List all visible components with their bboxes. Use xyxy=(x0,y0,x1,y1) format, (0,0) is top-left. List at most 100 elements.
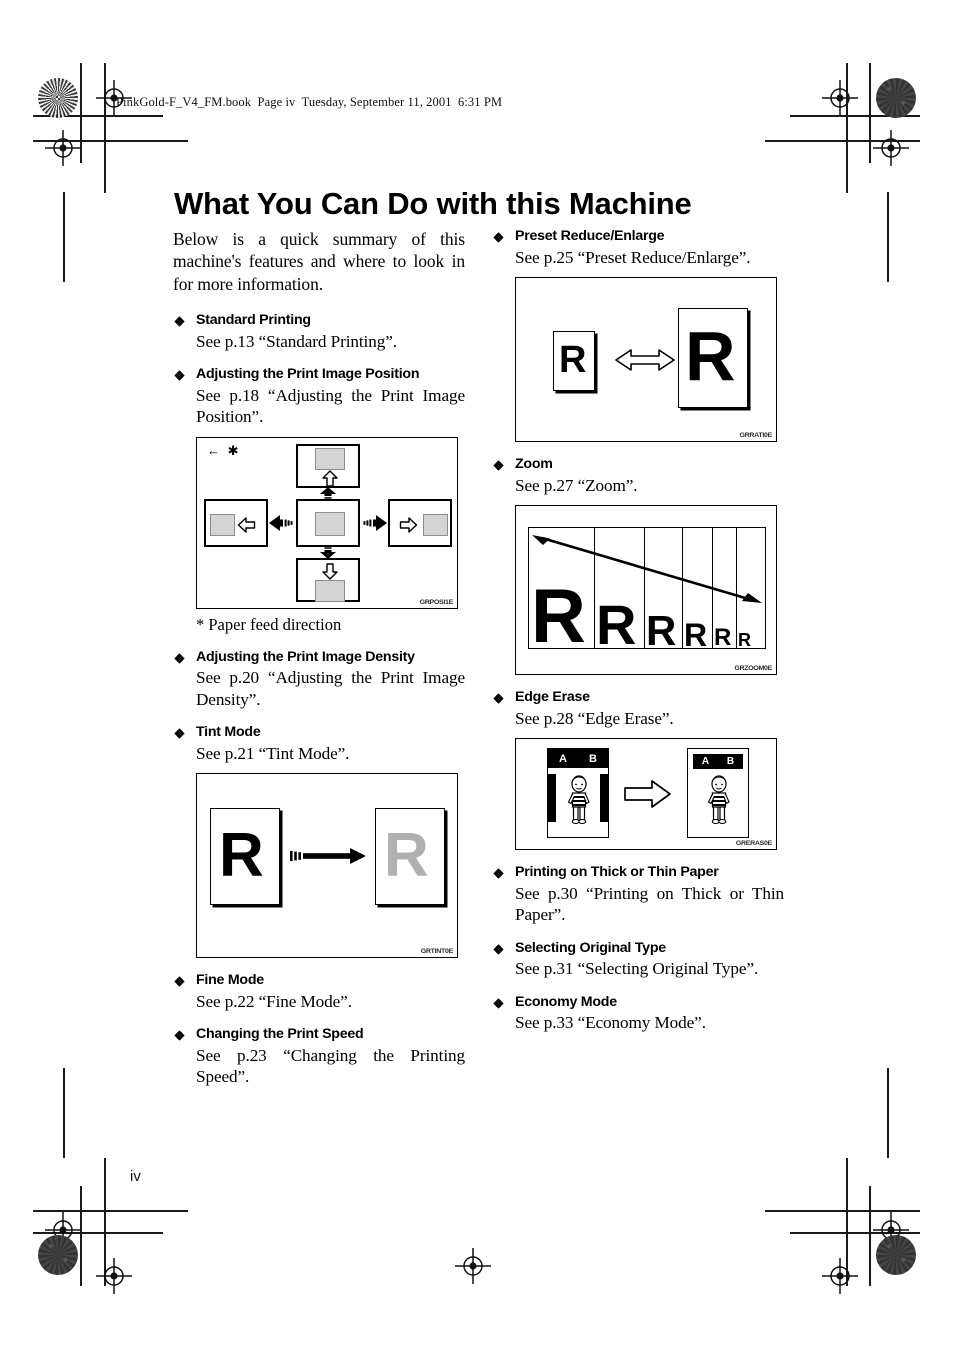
feature-heading: Tint Mode xyxy=(173,724,465,742)
down-outline-arrow-icon xyxy=(322,562,338,580)
image-block xyxy=(423,513,448,536)
crop-line xyxy=(846,63,848,193)
page-large: R xyxy=(678,308,748,409)
registration-mark xyxy=(822,1258,858,1294)
crop-line xyxy=(765,140,920,142)
up-outline-arrow-icon xyxy=(322,469,338,487)
feature-heading: Preset Reduce/Enlarge xyxy=(492,228,784,246)
feature-zoom: Zoom See p.27 “Zoom”. R R R R R R GRZOOM… xyxy=(492,456,784,676)
feature-title: Adjusting the Print Image Position xyxy=(196,366,420,383)
page-shifted-left xyxy=(204,498,268,547)
shift-up-arrow-icon xyxy=(320,486,336,501)
feature-title: Changing the Print Speed xyxy=(196,1026,364,1043)
feature-heading: Zoom xyxy=(492,456,784,474)
feature-title: Preset Reduce/Enlarge xyxy=(515,228,665,244)
density-patch xyxy=(876,1235,916,1275)
diamond-bullet-icon xyxy=(174,728,185,739)
registration-mark xyxy=(45,1212,81,1248)
zoom-range-arrow-icon xyxy=(532,535,762,604)
registration-mark xyxy=(873,1212,909,1248)
shift-down-arrow-icon xyxy=(320,545,336,559)
crop-line xyxy=(33,1232,163,1234)
feature-title: Economy Mode xyxy=(515,993,617,1010)
zoom-letter: R xyxy=(596,593,637,649)
registration-mark xyxy=(455,1248,491,1284)
transform-arrow-icon xyxy=(290,848,366,865)
shift-left-arrow-icon xyxy=(269,514,293,531)
zoom-letter: R xyxy=(646,606,677,649)
feature-reference: See p.18 “Adjusting the Print Image Posi… xyxy=(196,386,465,427)
label-b: B xyxy=(726,756,735,768)
feature-reference: See p.28 “Edge Erase”. xyxy=(515,708,674,728)
feature-heading: Adjusting the Print Image Density xyxy=(173,649,465,667)
feature-reference: See p.20 “Adjusting the Print Image Dens… xyxy=(196,668,465,709)
feature-heading: Adjusting the Print Image Position xyxy=(173,366,465,384)
crop-line xyxy=(33,115,163,117)
feature-standard-printing: Standard Printing See p.13 “Standard Pri… xyxy=(173,312,465,352)
page-title: What You Can Do with this Machine xyxy=(174,185,692,221)
zoom-figure: R R R R R R GRZOOM0E xyxy=(515,505,777,676)
feature-reference: See p.30 “Printing on Thick or Thin Pape… xyxy=(515,883,784,925)
print-image-position-figure: ← ✱ GRPOSI1E xyxy=(196,436,458,609)
feature-fine-mode: Fine Mode See p.22 “Fine Mode”. xyxy=(173,972,465,1012)
left-outline-arrow-icon xyxy=(237,516,256,533)
shift-right-arrow-icon xyxy=(363,514,387,531)
feature-changing-print-speed: Changing the Print Speed See p.23 “Chang… xyxy=(173,1026,465,1087)
page-shifted-right xyxy=(388,498,452,547)
page-dark-original: R xyxy=(210,808,280,906)
paper-feed-footnote: * Paper feed direction xyxy=(196,614,342,634)
letter-r-tinted: R xyxy=(384,821,429,891)
label-a: A xyxy=(559,752,567,765)
crop-line xyxy=(104,63,106,193)
feature-print-image-position: Adjusting the Print Image Position See p… xyxy=(173,366,465,634)
feature-heading: Selecting Original Type xyxy=(492,940,784,958)
feature-title: Fine Mode xyxy=(196,972,264,989)
feature-heading: Fine Mode xyxy=(173,972,465,990)
feature-reference: See p.13 “Standard Printing”. xyxy=(196,331,397,351)
feature-title: Tint Mode xyxy=(196,724,261,741)
diamond-bullet-icon xyxy=(174,976,185,987)
page-before-erase: A B xyxy=(547,748,609,839)
page-after-erase: A B xyxy=(687,748,749,839)
child-illustration-icon xyxy=(707,775,730,825)
zoom-letter: R xyxy=(714,624,732,649)
feature-print-image-density: Adjusting the Print Image Density See p.… xyxy=(173,649,465,710)
density-patch xyxy=(38,1235,78,1275)
crop-line xyxy=(80,1186,82,1286)
feature-heading: Standard Printing xyxy=(173,312,465,330)
preset-reduce-enlarge-figure: R R GRRATI0E xyxy=(515,277,777,443)
feature-title: Zoom xyxy=(515,456,553,473)
feature-title: Selecting Original Type xyxy=(515,939,666,956)
feature-reference: See p.25 “Preset Reduce/Enlarge”. xyxy=(515,247,751,267)
left-column: Below is a quick summary of this machine… xyxy=(173,228,465,1095)
figure-code: GRTINT0E xyxy=(420,948,454,955)
page-number: iv xyxy=(130,1168,141,1185)
figure-code: GRZOOM0E xyxy=(734,665,772,672)
diamond-bullet-icon xyxy=(493,944,504,955)
diamond-bullet-icon xyxy=(493,693,504,704)
letter-r-dark: R xyxy=(219,821,264,891)
page-shifted-down xyxy=(296,557,360,602)
feature-reference: See p.31 “Selecting Original Type”. xyxy=(515,959,759,979)
figure-code: GRPOSI1E xyxy=(419,599,454,606)
zoom-letter: R xyxy=(738,630,751,649)
crop-line xyxy=(104,1158,106,1286)
feature-reference: See p.27 “Zoom”. xyxy=(515,475,638,495)
ab-header-band: A B xyxy=(693,754,743,770)
feature-preset-reduce-enlarge: Preset Reduce/Enlarge See p.25 “Preset R… xyxy=(492,228,784,443)
page-small: R xyxy=(553,331,595,392)
edge-erase-figure: A B A B GRERAS0E xyxy=(515,738,777,851)
right-column: Preset Reduce/Enlarge See p.25 “Preset R… xyxy=(492,228,784,1041)
crop-line xyxy=(887,1068,889,1158)
right-edge-shadow xyxy=(600,774,608,823)
feature-tint-mode: Tint Mode See p.21 “Tint Mode”. R R GRTI… xyxy=(173,724,465,959)
crop-line xyxy=(869,1186,871,1286)
crop-line xyxy=(63,1068,65,1158)
image-block xyxy=(315,447,345,470)
diamond-bullet-icon xyxy=(493,868,504,879)
registration-mark xyxy=(873,130,909,166)
page-tinted-result: R xyxy=(375,808,445,906)
feature-selecting-original-type: Selecting Original Type See p.31 “Select… xyxy=(492,940,784,980)
feature-title: Printing on Thick or Thin Paper xyxy=(515,864,719,881)
diamond-bullet-icon xyxy=(174,653,185,664)
